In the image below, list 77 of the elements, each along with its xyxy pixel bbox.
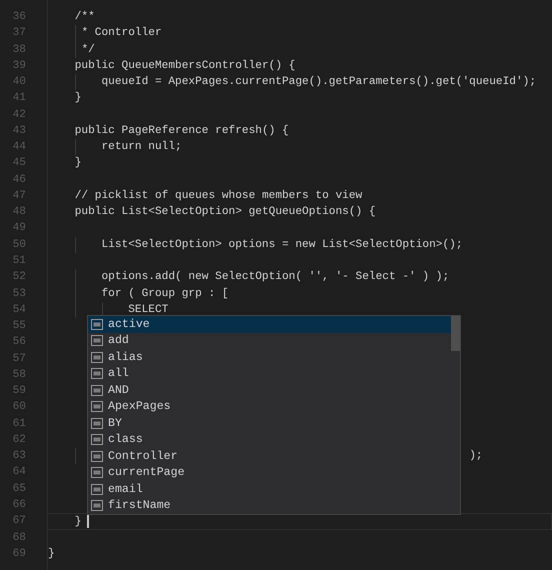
code-line: List<SelectOption> options = new List<SelectOption>(); — [101, 238, 462, 251]
line-number: 42 — [12, 108, 26, 121]
code-line: // picklist of queues whose members to view — [74, 190, 362, 202]
code-line: } — [48, 548, 55, 560]
line-number: 43 — [12, 124, 26, 137]
code-line: ); — [469, 450, 483, 462]
line-number: 66 — [12, 498, 26, 511]
text-icon — [91, 352, 103, 363]
suggestion-item[interactable]: alias — [88, 349, 460, 366]
text-icon — [91, 418, 103, 429]
code-line: public PageReference refresh() { — [74, 124, 289, 137]
code-line: return null; — [101, 141, 182, 154]
code-line: SELECT — [128, 304, 168, 316]
text-icon — [91, 318, 103, 330]
line-number: 56 — [12, 336, 26, 348]
line-number: 48 — [12, 206, 26, 218]
text-icon — [91, 450, 103, 462]
code-line: queueId = ApexPages.currentPage().getParameters().get('queueId'); — [101, 76, 536, 88]
line-number: 41 — [12, 92, 26, 104]
line-number: 61 — [12, 418, 26, 430]
suggestion-item[interactable]: all — [88, 366, 460, 382]
line-number: 57 — [12, 352, 26, 365]
text-icon — [91, 434, 103, 446]
text-cursor — [87, 514, 89, 528]
line-number: 69 — [12, 548, 26, 560]
line-number: 63 — [12, 450, 26, 462]
line-number: 38 — [12, 44, 26, 56]
text-icon — [91, 335, 103, 346]
line-number: 50 — [12, 238, 26, 251]
suggestion-item[interactable]: Controller — [88, 448, 460, 464]
line-number: 55 — [12, 320, 26, 332]
line-number: 51 — [12, 254, 26, 267]
line-number: 62 — [12, 434, 26, 446]
line-number: 60 — [12, 401, 26, 414]
line-number: 44 — [12, 141, 26, 154]
code-line: } — [74, 516, 82, 528]
text-icon — [91, 467, 103, 478]
suggestion-item[interactable]: firstName — [88, 498, 460, 514]
text-icon — [91, 401, 103, 412]
code-line: } — [74, 92, 82, 104]
code-line: } — [74, 157, 82, 170]
line-number: 39 — [12, 60, 26, 72]
suggestion-item[interactable]: add — [88, 332, 460, 349]
code-line: /** — [74, 11, 95, 23]
code-line: options.add( new SelectOption( '', '- Select -' ) ); — [101, 271, 450, 284]
line-number: 65 — [12, 482, 26, 495]
text-icon — [91, 384, 103, 396]
line-number: 54 — [12, 304, 26, 316]
code-line: */ — [81, 44, 95, 56]
text-icon — [91, 484, 103, 495]
suggestion-item[interactable]: ApexPages — [88, 398, 460, 415]
line-number: 37 — [12, 27, 26, 40]
line-number: 52 — [12, 271, 26, 284]
line-number: 59 — [12, 385, 26, 398]
line-number: 53 — [12, 288, 26, 300]
text-icon — [91, 368, 103, 380]
line-number: 68 — [12, 532, 26, 544]
line-number: 36 — [12, 11, 26, 23]
text-icon — [91, 500, 103, 512]
suggestion-item[interactable]: email — [88, 481, 460, 498]
suggestion-item[interactable]: class — [88, 432, 460, 448]
line-number: 45 — [12, 157, 26, 170]
code-line: public QueueMembersController() { — [74, 60, 296, 72]
suggestion-item[interactable]: AND — [88, 382, 460, 398]
code-line: for ( Group grp : [ — [101, 288, 229, 300]
line-number: 40 — [12, 76, 26, 88]
code-line: * Controller — [81, 27, 162, 40]
line-number: 46 — [12, 174, 26, 186]
line-number: 49 — [12, 222, 26, 234]
suggestion-item[interactable]: currentPage — [88, 464, 460, 481]
scrollbar-thumb[interactable] — [451, 316, 460, 351]
line-number: 67 — [12, 515, 26, 528]
line-number: 47 — [12, 190, 26, 202]
code-line: public List<SelectOption> getQueueOptions() { — [74, 206, 376, 218]
suggestion-item[interactable]: BY — [88, 415, 460, 432]
line-number: 58 — [12, 368, 26, 381]
line-number: 64 — [12, 466, 26, 478]
